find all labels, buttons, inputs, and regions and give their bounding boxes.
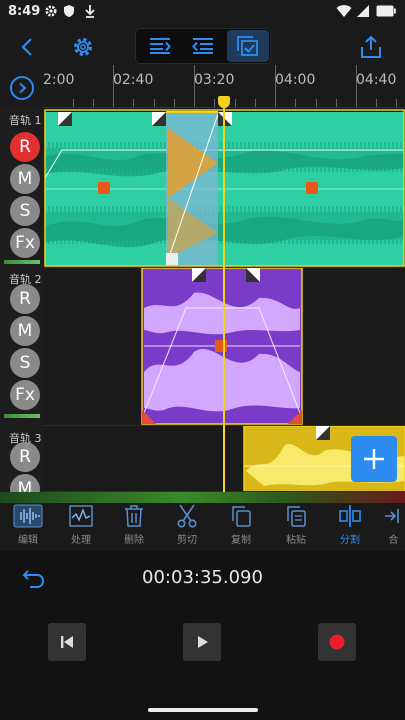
indent-left-icon xyxy=(192,38,213,54)
tool-merge[interactable]: 合 xyxy=(382,503,405,551)
ruler-tick-label: 04:00 xyxy=(275,72,316,88)
ruler-tick-label: 2:00 xyxy=(43,72,75,88)
scroll-to-playhead-button[interactable] xyxy=(10,76,34,100)
waveform-process-icon xyxy=(69,505,93,527)
playhead[interactable] xyxy=(223,96,225,492)
tool-split[interactable]: 分割 xyxy=(329,503,371,551)
signal-icon xyxy=(356,4,370,22)
indent-right-icon xyxy=(150,38,171,54)
tool-label: 编辑 xyxy=(18,535,38,546)
master-level-meter xyxy=(0,492,405,503)
ruler-tick-label: 04:40 xyxy=(356,72,397,88)
playhead-handle[interactable] xyxy=(218,96,230,108)
tool-copy[interactable]: 复制 xyxy=(220,503,262,551)
track-header-3: 音轨 3 R M xyxy=(0,426,44,504)
transport-panel: 00:03:35.090 xyxy=(0,551,405,720)
share-icon xyxy=(361,35,381,58)
ruler-tick-label: 02:40 xyxy=(113,72,154,88)
chevron-left-icon xyxy=(21,38,32,56)
checkbox-select-icon xyxy=(237,36,258,56)
edit-tools-bar: 编辑 处理 删除 剪切 复制 粘贴 分割 合 xyxy=(0,503,405,551)
shield-status-icon xyxy=(63,4,75,22)
solo-button[interactable]: S xyxy=(10,196,40,226)
ruler-tick-label: 03:20 xyxy=(194,72,235,88)
tool-paste[interactable]: 粘贴 xyxy=(275,503,317,551)
back-button[interactable] xyxy=(10,30,44,64)
tool-label: 分割 xyxy=(340,535,360,546)
share-button[interactable] xyxy=(354,30,388,64)
battery-icon xyxy=(376,5,396,21)
status-bar: 8:49 xyxy=(0,0,405,26)
tool-label: 删除 xyxy=(124,535,144,546)
skip-to-start-button[interactable] xyxy=(48,623,86,661)
record-button[interactable] xyxy=(318,623,356,661)
tool-label: 复制 xyxy=(231,535,251,546)
chevron-right-icon xyxy=(19,82,27,94)
solo-button[interactable]: S xyxy=(10,348,40,378)
indent-right-button[interactable] xyxy=(140,31,180,61)
download-status-icon xyxy=(84,4,96,22)
play-button[interactable] xyxy=(183,623,221,661)
tool-delete[interactable]: 删除 xyxy=(113,503,155,551)
skip-back-icon xyxy=(61,636,73,648)
wifi-icon xyxy=(336,4,352,22)
merge-icon xyxy=(384,509,399,523)
effects-button[interactable]: Fx xyxy=(10,380,40,410)
settings-button[interactable] xyxy=(66,30,100,64)
copy-icon xyxy=(232,506,251,527)
track-label: 音轨 1 xyxy=(9,114,42,127)
scissors-icon xyxy=(177,504,197,528)
track-level-meter xyxy=(4,260,40,264)
tool-label: 粘贴 xyxy=(286,535,306,546)
mute-button[interactable]: M xyxy=(10,316,40,346)
tool-label: 剪切 xyxy=(177,535,197,546)
indent-left-button[interactable] xyxy=(183,31,223,61)
tool-edit[interactable]: 编辑 xyxy=(7,503,49,551)
record-icon xyxy=(329,634,345,650)
record-arm-button[interactable]: R xyxy=(10,442,40,472)
track-header-2: 音轨 2 R M S Fx xyxy=(0,268,44,426)
ruler-corner xyxy=(0,66,44,108)
tool-label: 处理 xyxy=(71,535,91,546)
view-toggle-group xyxy=(135,28,271,64)
record-arm-button[interactable]: R xyxy=(10,132,40,162)
trash-icon xyxy=(125,505,143,527)
status-time: 8:49 xyxy=(8,4,41,19)
tool-process[interactable]: 处理 xyxy=(60,503,102,551)
tool-label: 合 xyxy=(388,535,399,546)
plus-icon xyxy=(364,449,384,469)
track-level-meter xyxy=(4,414,40,418)
add-track-button[interactable] xyxy=(351,436,397,482)
record-arm-button[interactable]: R xyxy=(10,284,40,314)
settings-status-icon xyxy=(44,4,58,22)
split-icon xyxy=(339,505,361,527)
select-mode-button[interactable] xyxy=(227,30,269,62)
mute-button[interactable]: M xyxy=(10,164,40,194)
gear-icon xyxy=(74,38,92,56)
paste-icon xyxy=(287,506,306,527)
home-indicator xyxy=(148,708,258,712)
track-header-1: 音轨 1 R M S Fx xyxy=(0,108,44,268)
effects-button[interactable]: Fx xyxy=(10,228,40,258)
tool-cut[interactable]: 剪切 xyxy=(166,503,208,551)
play-icon xyxy=(198,636,208,648)
position-readout: 00:03:35.090 xyxy=(142,567,263,588)
waveform-edit-icon xyxy=(13,504,43,528)
top-toolbar xyxy=(0,26,405,66)
